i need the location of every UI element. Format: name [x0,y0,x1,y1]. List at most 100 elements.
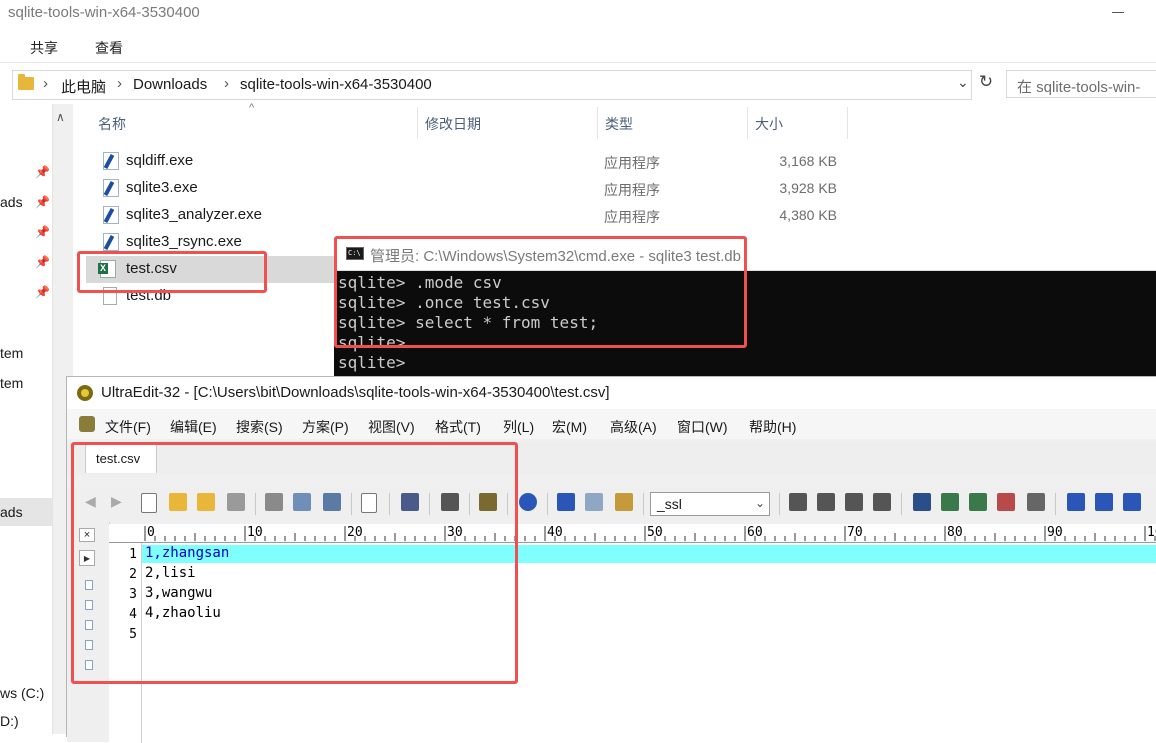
toolbar-divider [1055,493,1056,515]
chevron-down-icon[interactable]: ⌄ [957,74,969,91]
file-name: sqlite3_analyzer.exe [126,206,262,223]
find-next-icon[interactable] [969,493,987,511]
file-name: sqlite3_rsync.exe [126,233,242,250]
split-horizontal-icon[interactable] [1067,493,1085,511]
replace-icon[interactable] [1027,493,1045,511]
chevron-right-icon[interactable]: › [43,75,48,92]
copy-icon[interactable] [585,493,603,511]
address-bar[interactable]: › 此电脑 › Downloads › sqlite-tools-win-x64… [12,70,972,100]
nav-item[interactable]: tem [0,345,23,361]
scroll-up-icon[interactable]: ∧ [56,110,65,124]
menu-bar: 文件(F) 编辑(E) 搜索(S) 方案(P) 视图(V) 格式(T) 列(L)… [67,409,1156,439]
toolbar-divider [643,493,644,515]
file-name: sqlite3.exe [126,179,198,196]
menu-column[interactable]: 列(L) [503,417,534,437]
menu-project[interactable]: 方案(P) [302,417,349,437]
file-row[interactable]: sqlite3.exe 应用程序 3,928 KB [86,175,1156,202]
search-placeholder: 在 sqlite-tools-win- [1017,79,1141,96]
file-type: 应用程序 [604,182,660,198]
ruler-label: 100 [1147,525,1156,540]
ruler-label: 40 [547,525,563,540]
column-divider[interactable] [847,107,848,139]
exe-icon [103,206,119,224]
menu-advanced[interactable]: 高级(A) [610,417,657,437]
find-icon[interactable] [913,493,931,511]
document-menu-icon[interactable] [79,416,95,432]
chevron-right-icon[interactable]: › [224,75,229,92]
file-row[interactable]: sqldiff.exe 应用程序 3,168 KB [86,148,1156,175]
folder-icon [18,74,34,90]
search-input[interactable]: 在 sqlite-tools-win- [1006,70,1156,98]
menu-edit[interactable]: 编辑(E) [170,417,217,437]
ribbon-tab-view[interactable]: 查看 [95,38,123,58]
breadcrumb-downloads[interactable]: Downloads [133,76,207,93]
file-type: 应用程序 [604,155,660,171]
file-type: 应用程序 [604,209,660,225]
column-header-date[interactable]: 修改日期 [425,114,481,134]
pin-icon[interactable]: 📌 [35,285,50,299]
menu-macro[interactable]: 宏(M) [552,417,587,437]
ruler-label: 80 [947,525,963,540]
syntax-highlight-select[interactable]: _ssl ⌄ [650,492,770,516]
console-line: sqlite> [338,353,406,372]
exe-icon [103,233,119,251]
nav-item-drive-c[interactable]: ws (C:) [0,685,44,701]
cut-icon[interactable] [557,493,575,511]
breadcrumb-this-pc[interactable]: 此电脑 [61,76,106,97]
file-size: 4,380 KB [779,207,837,223]
browser-icon[interactable] [519,493,537,511]
highlight-box-cmd [334,236,747,348]
ribbon-divider [0,62,1156,63]
paste-icon[interactable] [615,493,633,511]
align-left-icon[interactable] [789,493,807,511]
pin-icon[interactable]: 📌 [35,255,50,269]
align-center-icon[interactable] [817,493,835,511]
pin-icon[interactable]: 📌 [35,165,50,179]
column-header-type[interactable]: 类型 [605,114,633,134]
ruler-label: 90 [1047,525,1063,540]
nav-item-drive-d[interactable]: D:) [0,713,19,729]
toolbar-divider [779,493,780,515]
find-prev-icon[interactable] [941,493,959,511]
toolbar-divider [547,493,548,515]
ultraedit-logo-icon [77,385,93,401]
menu-window[interactable]: 窗口(W) [677,417,728,437]
menu-search[interactable]: 搜索(S) [236,417,283,437]
spell-check-icon[interactable] [997,493,1015,511]
ultraedit-titlebar[interactable]: UltraEdit-32 - [C:\Users\bit\Downloads\s… [67,377,1156,409]
pin-icon[interactable]: 📌 [35,225,50,239]
column-header-name[interactable]: 名称 [98,114,126,134]
justify-icon[interactable] [873,493,891,511]
file-name: sqldiff.exe [126,152,194,169]
nav-item-downloads[interactable]: ads [0,194,23,210]
highlight-box-test-csv [77,251,267,293]
split-vertical-icon[interactable] [1095,493,1113,511]
chevron-down-icon[interactable]: ⌄ [755,496,765,510]
toolbar-divider [901,493,902,515]
refresh-icon[interactable]: ↻ [975,72,997,96]
highlight-box-editor [71,442,518,684]
column-divider[interactable] [747,107,748,139]
menu-file[interactable]: 文件(F) [105,417,151,437]
menu-help[interactable]: 帮助(H) [749,417,796,437]
cascade-windows-icon[interactable] [1123,493,1141,511]
column-header-size[interactable]: 大小 [755,114,783,134]
explorer-window-title: sqlite-tools-win-x64-3530400 [8,4,200,21]
column-divider[interactable] [417,107,418,139]
ruler-label: 60 [747,525,763,540]
chevron-right-icon[interactable]: › [117,75,122,92]
file-size: 3,168 KB [779,153,837,169]
menu-format[interactable]: 格式(T) [435,417,481,437]
nav-item[interactable]: tem [0,375,23,391]
pin-icon[interactable]: 📌 [35,195,50,209]
align-right-icon[interactable] [845,493,863,511]
breadcrumb-current-folder[interactable]: sqlite-tools-win-x64-3530400 [240,76,432,93]
file-row[interactable]: sqlite3_analyzer.exe 应用程序 4,380 KB [86,202,1156,229]
nav-item-downloads-selected[interactable]: ads [0,504,23,520]
minimize-icon[interactable] [1112,12,1124,13]
exe-icon [103,152,119,170]
menu-view[interactable]: 视图(V) [368,417,415,437]
column-divider[interactable] [597,107,598,139]
exe-icon [103,179,119,197]
ribbon-tab-share[interactable]: 共享 [30,38,58,58]
